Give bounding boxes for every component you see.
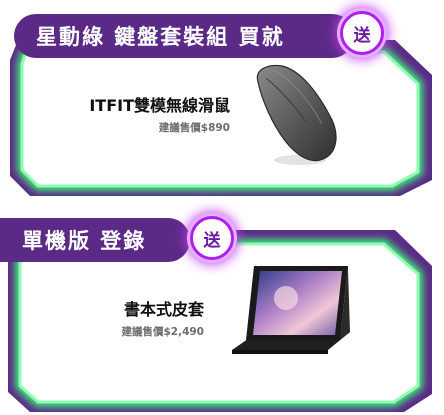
gift-badge-label: 送 bbox=[353, 25, 371, 46]
product-price: 建議售價$890 bbox=[158, 122, 230, 134]
gift-badge: 送 bbox=[340, 11, 384, 55]
offer-card-registration: 單機版 登錄 送 書本式皮套 建議售價$2,490 bbox=[0, 208, 444, 415]
offer-header: 單機版 登錄 bbox=[0, 218, 190, 262]
wireless-mouse-icon bbox=[256, 64, 337, 165]
offer-header: 星動綠 鍵盤套裝組 買就 bbox=[14, 14, 354, 58]
offer-header-title: 星動綠 鍵盤套裝組 買就 bbox=[36, 25, 285, 49]
gift-badge-label: 送 bbox=[203, 230, 221, 251]
product-price: 建議售價$2,490 bbox=[121, 326, 204, 338]
product-name: 書本式皮套 bbox=[123, 300, 204, 319]
product-name: ITFIT雙模無線滑鼠 bbox=[89, 96, 230, 115]
offer-header-title: 單機版 登錄 bbox=[22, 229, 147, 253]
gift-badge: 送 bbox=[190, 216, 234, 260]
offer-card-keyboard-bundle: 星動綠 鍵盤套裝組 買就 送 ITFIT雙模無線滑鼠 建議售價$890 bbox=[0, 0, 444, 200]
tablet-book-cover-icon bbox=[232, 266, 350, 354]
